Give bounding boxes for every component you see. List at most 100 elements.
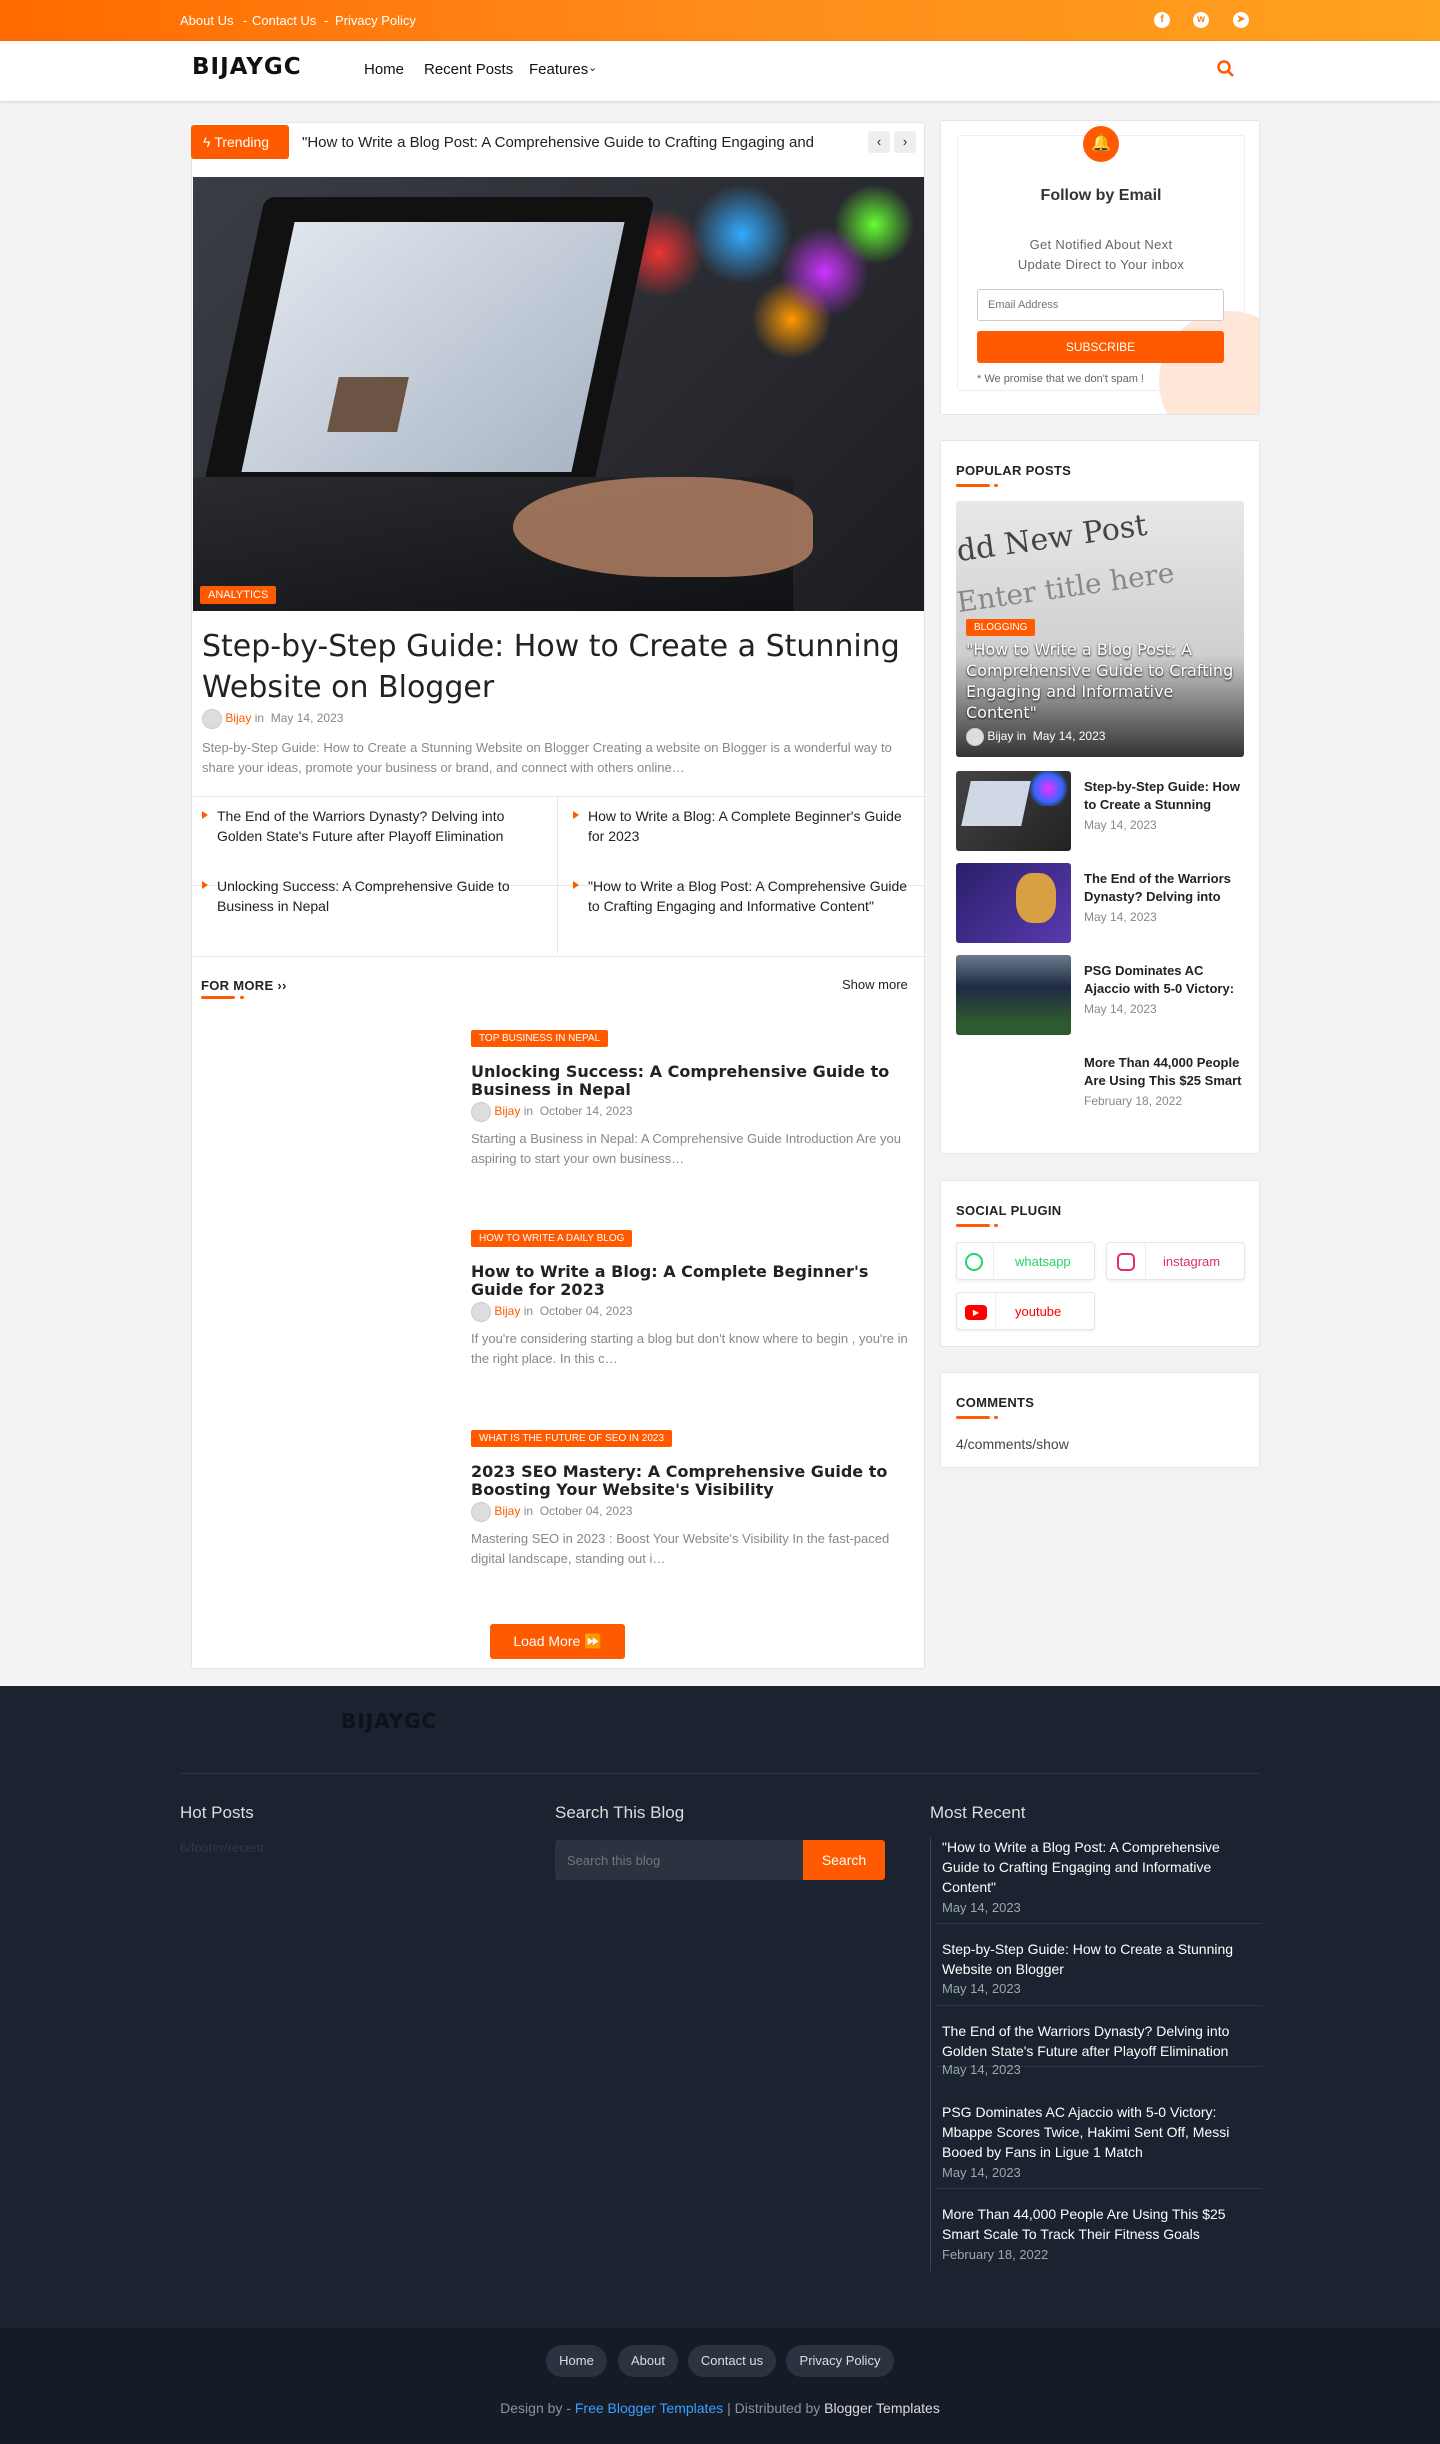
contact-us-link[interactable]: Contact Us (252, 13, 316, 28)
bottom-link-privacy[interactable]: Privacy Policy (786, 2345, 894, 2377)
about-us-link[interactable]: About Us (180, 13, 233, 28)
popular-post-title[interactable]: PSG Dominates AC Ajaccio with 5-0 Victor… (1084, 962, 1249, 998)
trending-bar: ϟ Trending "How to Write a Blog Post: A … (191, 125, 925, 159)
footer-search-button[interactable]: Search (803, 1840, 885, 1880)
nav-features[interactable]: Features (529, 61, 588, 78)
post-category-tag[interactable]: HOW TO WRITE A DAILY BLOG (471, 1230, 633, 1247)
topbar-separator: - (243, 13, 248, 28)
whatsapp-button[interactable]: whatsapp (956, 1242, 1095, 1280)
author-name[interactable]: Bijay (494, 1304, 520, 1318)
player-figure (1016, 873, 1056, 923)
post-meta: Bijay in October 04, 2023 (471, 1302, 632, 1322)
popular-thumbnail[interactable] (956, 955, 1071, 1035)
most-recent-title: Most Recent (930, 1803, 1026, 1822)
youtube-button[interactable]: ▶ youtube (956, 1292, 1095, 1330)
facebook-icon[interactable]: f (1154, 12, 1170, 28)
featured-category-tag[interactable]: BLOGGING (966, 619, 1036, 636)
free-blogger-templates-link[interactable]: Free Blogger Templates (575, 2400, 723, 2416)
load-more-button[interactable]: Load More ⏩ (490, 1624, 625, 1659)
site-logo[interactable]: BIJAYGC (192, 54, 302, 80)
post-thumbnail[interactable] (201, 1030, 451, 1180)
recent-post-date: May 14, 2023 (942, 2062, 1021, 2077)
show-more-link[interactable]: Show more (842, 977, 908, 992)
bottom-link-contact[interactable]: Contact us (688, 2345, 776, 2377)
popular-post-title[interactable]: More Than 44,000 People Are Using This $… (1084, 1054, 1249, 1090)
post-thumbnail[interactable] (201, 1230, 451, 1380)
bottom-link-home[interactable]: Home (546, 2345, 607, 2377)
recent-post-title[interactable]: PSG Dominates AC Ajaccio with 5-0 Victor… (942, 2102, 1252, 2162)
meta-in: in (254, 711, 265, 726)
post-thumbnail[interactable] (201, 1430, 451, 1580)
next-arrow-icon[interactable]: › (894, 131, 916, 153)
topbar-separator: - (324, 13, 329, 28)
recent-post-title[interactable]: More Than 44,000 People Are Using This $… (942, 2204, 1252, 2244)
telegram-icon[interactable]: ➤ (1233, 12, 1249, 28)
subscribe-button[interactable]: SUBSCRIBE (977, 331, 1224, 363)
featured-meta: Bijay in May 14, 2023 (966, 728, 1105, 746)
post-title[interactable]: Unlocking Success: A Comprehensive Guide… (471, 1063, 901, 1099)
related-post[interactable]: "How to Write a Blog Post: A Comprehensi… (573, 876, 918, 916)
recent-post-title[interactable]: The End of the Warriors Dynasty? Delving… (942, 2021, 1252, 2061)
recent-post-date: May 14, 2023 (942, 1900, 1021, 1915)
recent-post-date: May 14, 2023 (942, 1981, 1021, 1996)
author-name[interactable]: Bijay (494, 1104, 520, 1118)
post-date: October 04, 2023 (539, 1304, 633, 1319)
social-plugin-title: SOCIAL PLUGIN (956, 1203, 1062, 1218)
divider (1145, 1243, 1146, 1279)
nav-recent-posts[interactable]: Recent Posts (424, 61, 513, 78)
post-category-tag[interactable]: WHAT IS THE FUTURE OF SEO IN 2023 (471, 1430, 673, 1447)
footer-logo[interactable]: BIJAYGC (341, 1709, 437, 1733)
popular-thumbnail[interactable] (956, 771, 1071, 851)
related-post[interactable]: Unlocking Success: A Comprehensive Guide… (202, 876, 537, 916)
title-underline (956, 1224, 990, 1227)
title-underline-dot (994, 1416, 998, 1419)
popular-post-title[interactable]: The End of the Warriors Dynasty? Delving… (1084, 870, 1249, 906)
hero-category-tag[interactable]: ANALYTICS (200, 586, 277, 604)
image-text: Enter title here (956, 555, 1177, 620)
post-excerpt: Starting a Business in Nepal: A Comprehe… (471, 1131, 901, 1166)
author-name[interactable]: Bijay (225, 711, 251, 725)
related-post[interactable]: How to Write a Blog: A Complete Beginner… (573, 806, 918, 846)
footer-search-input[interactable] (555, 1840, 803, 1880)
trending-text[interactable]: "How to Write a Blog Post: A Comprehensi… (302, 134, 814, 151)
popular-posts-title: POPULAR POSTS (956, 463, 1072, 478)
recent-post-date: February 18, 2022 (942, 2247, 1049, 2262)
distributed-by-text: | Distributed by (723, 2400, 825, 2416)
comments-placeholder: 4/comments/show (956, 1436, 1069, 1452)
author-avatar (471, 1502, 491, 1522)
instagram-button[interactable]: instagram (1106, 1242, 1245, 1280)
hero-excerpt: Step-by-Step Guide: How to Create a Stun… (202, 740, 892, 775)
author-name[interactable]: Bijay (494, 1504, 520, 1518)
post-date: October 14, 2023 (539, 1104, 633, 1119)
post-title[interactable]: 2023 SEO Mastery: A Comprehensive Guide … (471, 1463, 901, 1499)
nav-home[interactable]: Home (364, 61, 404, 78)
post-title[interactable]: How to Write a Blog: A Complete Beginner… (471, 1263, 901, 1299)
chevron-down-icon[interactable]: ⌄ (588, 61, 597, 74)
author-name[interactable]: Bijay (987, 729, 1013, 743)
divider (936, 1923, 1262, 1924)
related-post[interactable]: The End of the Warriors Dynasty? Delving… (202, 806, 537, 846)
hero-title[interactable]: Step-by-Step Guide: How to Create a Stun… (202, 626, 902, 708)
prev-arrow-icon[interactable]: ‹ (868, 131, 890, 153)
featured-popular-title[interactable]: "How to Write a Blog Post: A Comprehensi… (966, 639, 1236, 723)
title-underline (956, 484, 990, 487)
design-by-text: Design by - (500, 2400, 575, 2416)
bottom-link-about[interactable]: About (618, 2345, 678, 2377)
search-icon[interactable] (1217, 60, 1235, 78)
blogger-templates-link[interactable]: Blogger Templates (824, 2400, 940, 2416)
recent-post-title[interactable]: Step-by-Step Guide: How to Create a Stun… (942, 1939, 1252, 1979)
popular-posts-widget: POPULAR POSTS dd New Post Enter title he… (940, 440, 1260, 1154)
popular-post-title[interactable]: Step-by-Step Guide: How to Create a Stun… (1084, 778, 1249, 814)
trending-label: ϟ Trending (191, 125, 289, 159)
email-input[interactable] (977, 289, 1224, 321)
hero-image[interactable] (193, 177, 924, 611)
author-avatar (471, 1302, 491, 1322)
recent-post-title[interactable]: "How to Write a Blog Post: A Comprehensi… (942, 1837, 1252, 1897)
privacy-policy-link[interactable]: Privacy Policy (335, 13, 416, 28)
post-category-tag[interactable]: TOP BUSINESS IN NEPAL (471, 1030, 609, 1047)
whatsapp-icon[interactable]: w (1193, 12, 1209, 28)
follow-widget: 🔔 Follow by Email Get Notified About Nex… (940, 120, 1260, 415)
bell-icon: 🔔 (1083, 126, 1119, 162)
spam-note: * We promise that we don't spam ! (977, 373, 1144, 385)
popular-thumbnail[interactable] (956, 863, 1071, 943)
